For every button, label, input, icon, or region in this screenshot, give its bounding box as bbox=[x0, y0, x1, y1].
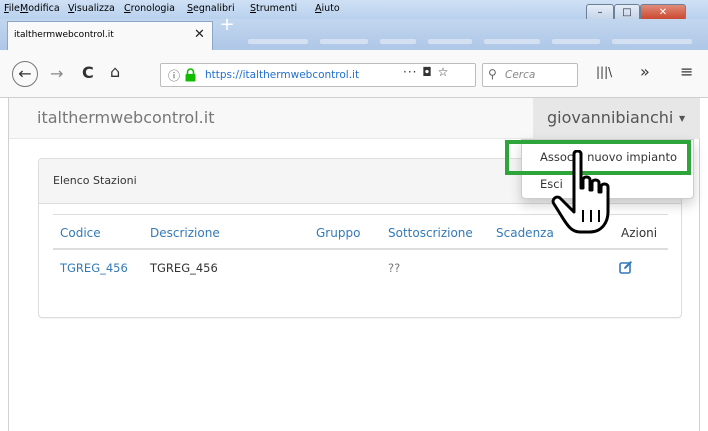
column-header-codice[interactable]: Codice bbox=[60, 226, 101, 240]
menu-visualizza[interactable]: Visualizza bbox=[68, 3, 115, 14]
row-descrizione: TGREG_456 bbox=[150, 261, 218, 275]
new-tab-icon[interactable]: + bbox=[218, 16, 236, 34]
menu-file[interactable]: File bbox=[4, 3, 20, 14]
home-icon[interactable]: ⌂ bbox=[110, 62, 120, 81]
menu-segnalibri[interactable]: Segnalibri bbox=[187, 3, 235, 14]
nav-bar: ← → C ⌂ ⓘ https://italthermwebcontrol.it… bbox=[0, 50, 708, 98]
lock-icon bbox=[185, 68, 196, 82]
blurred-bookmark bbox=[612, 39, 692, 44]
page-actions-icon[interactable]: ··· ◘ ☆ bbox=[403, 65, 449, 79]
blurred-bookmark bbox=[484, 39, 540, 44]
hamburger-menu-icon[interactable]: ≡ bbox=[680, 62, 693, 81]
back-arrow-icon[interactable]: ← bbox=[12, 61, 38, 87]
library-icon[interactable]: |||\ bbox=[596, 65, 612, 79]
reload-icon[interactable]: C bbox=[82, 63, 94, 82]
search-icon: ⚲ bbox=[488, 67, 497, 81]
blurred-bookmark bbox=[428, 39, 472, 44]
caret-down-icon: ▼ bbox=[679, 114, 686, 123]
tab-close-icon[interactable]: ✕ bbox=[194, 27, 205, 42]
search-placeholder: Cerca bbox=[505, 69, 536, 81]
user-name: giovannibianchi bbox=[547, 108, 674, 127]
menu-strumenti[interactable]: Strumenti bbox=[250, 3, 297, 14]
tab-active[interactable]: italthermwebcontrol.it ✕ bbox=[7, 21, 213, 50]
column-header-gruppo[interactable]: Gruppo bbox=[316, 226, 360, 240]
user-menu-toggle[interactable]: giovannibianchi ▼ bbox=[533, 98, 700, 139]
blurred-bookmark bbox=[248, 39, 308, 44]
row-codice-link[interactable]: TGREG_456 bbox=[60, 261, 128, 275]
menu-modifica[interactable]: Modifica bbox=[20, 3, 60, 14]
blurred-bookmark bbox=[320, 39, 368, 44]
column-header-scadenza[interactable]: Scadenza bbox=[496, 226, 554, 240]
panel-title: Elenco Stazioni bbox=[53, 174, 137, 187]
column-header-sottoscrizione[interactable]: Sottoscrizione bbox=[388, 226, 473, 240]
forward-arrow-icon[interactable]: → bbox=[50, 64, 63, 83]
info-icon[interactable]: ⓘ bbox=[168, 67, 180, 84]
column-header-azioni: Azioni bbox=[621, 226, 658, 240]
blurred-bookmark bbox=[552, 39, 600, 44]
search-bar[interactable]: ⚲ Cerca bbox=[482, 63, 578, 87]
url-text: https://italthermwebcontrol.it bbox=[205, 69, 360, 81]
url-bar[interactable]: ⓘ https://italthermwebcontrol.it ··· ◘ ☆ bbox=[160, 63, 476, 87]
site-navbar: italthermwebcontrol.it giovannibianchi ▼ bbox=[9, 98, 700, 139]
hand-pointer-icon bbox=[551, 150, 610, 234]
column-header-descrizione[interactable]: Descrizione bbox=[150, 226, 220, 240]
site-brand[interactable]: italthermwebcontrol.it bbox=[37, 108, 214, 127]
tab-title: italthermwebcontrol.it bbox=[14, 30, 114, 40]
edit-icon[interactable] bbox=[619, 260, 633, 274]
row-sottoscrizione: ?? bbox=[388, 261, 401, 275]
menu-aiuto[interactable]: Aiuto bbox=[315, 3, 340, 14]
blurred-bookmark bbox=[380, 39, 416, 44]
menu-cronologia[interactable]: Cronologia bbox=[124, 3, 175, 14]
overflow-icon[interactable]: » bbox=[640, 62, 650, 81]
